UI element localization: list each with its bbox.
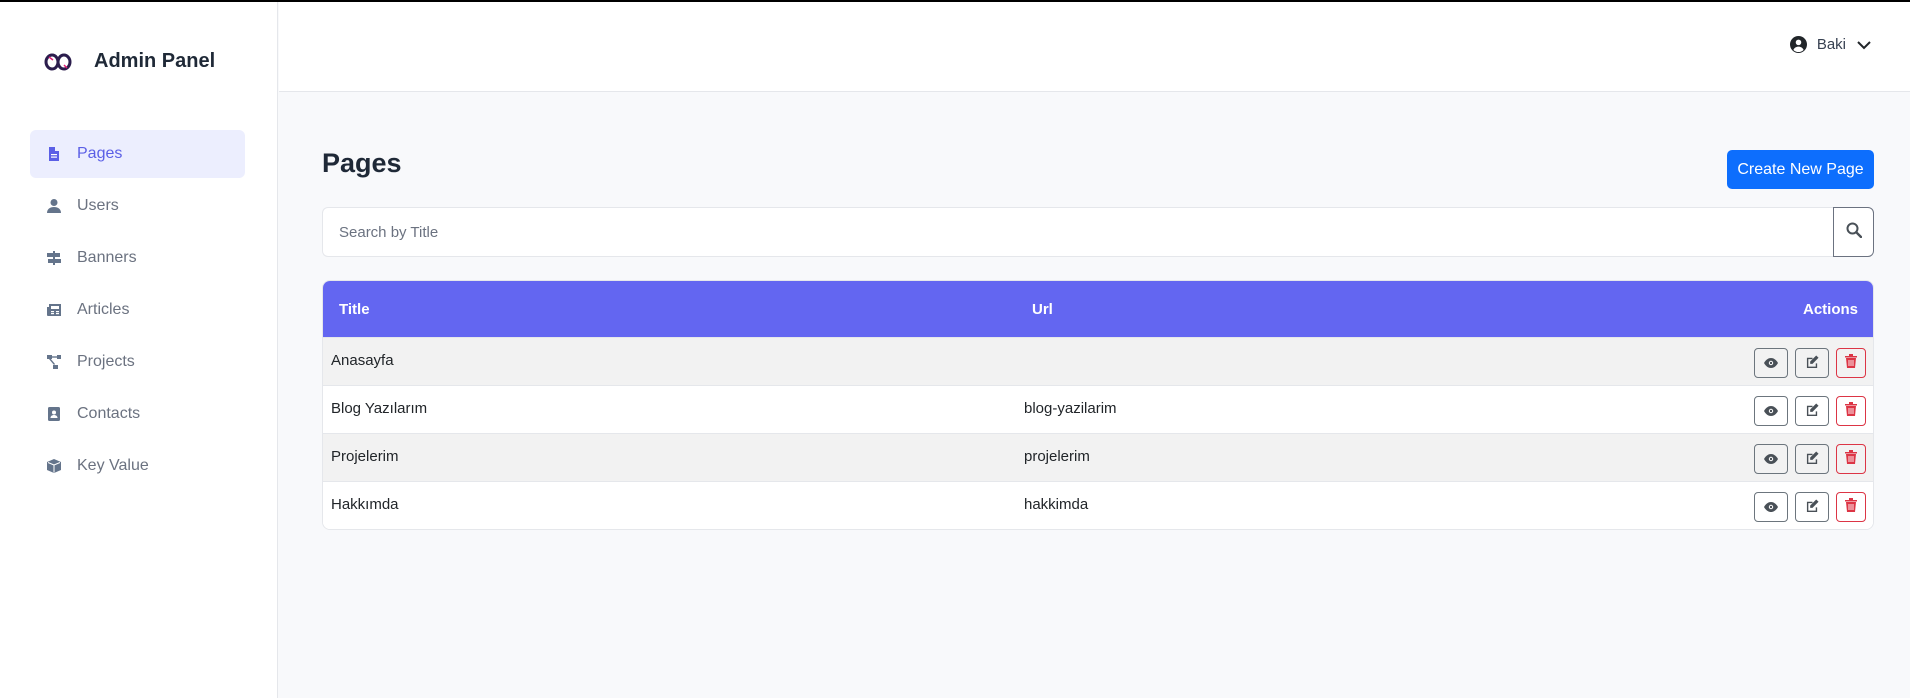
table-row: Hakkımda hakkimda <box>323 481 1873 529</box>
sidebar: Admin Panel Pages Users Banners Articles <box>0 2 278 698</box>
trash-icon <box>1845 354 1857 372</box>
page-title: Pages <box>322 148 402 178</box>
edit-button[interactable] <box>1795 492 1829 522</box>
cube-icon <box>45 457 63 475</box>
view-button[interactable] <box>1754 396 1788 426</box>
sidebar-item-label: Pages <box>77 145 123 162</box>
view-button[interactable] <box>1754 444 1788 474</box>
sidebar-item-label: Key Value <box>77 457 149 474</box>
table-row: Anasayfa <box>323 337 1873 385</box>
trash-icon <box>1845 498 1857 516</box>
delete-button[interactable] <box>1836 396 1866 426</box>
search-icon <box>1846 222 1862 243</box>
delete-button[interactable] <box>1836 444 1866 474</box>
edit-button[interactable] <box>1795 348 1829 378</box>
sidebar-item-users[interactable]: Users <box>30 182 245 230</box>
view-button[interactable] <box>1754 492 1788 522</box>
column-header-url: Url <box>1032 300 1053 318</box>
cell-url: projelerim <box>1024 448 1090 465</box>
user-name: Baki <box>1816 36 1846 53</box>
brand-title: Admin Panel <box>94 50 216 72</box>
sidebar-item-label: Banners <box>77 249 137 266</box>
delete-button[interactable] <box>1836 492 1866 522</box>
trash-icon <box>1845 402 1857 420</box>
column-header-title: Title <box>339 300 370 318</box>
cell-title: Blog Yazılarım <box>331 400 428 417</box>
eye-icon <box>1764 499 1778 516</box>
search-input[interactable] <box>322 207 1833 257</box>
top-bar: Baki <box>279 2 1910 92</box>
sidebar-item-contacts[interactable]: Contacts <box>30 390 245 438</box>
trash-icon <box>1845 450 1857 468</box>
eye-icon <box>1764 451 1778 468</box>
delete-button[interactable] <box>1836 348 1866 378</box>
eye-icon <box>1764 403 1778 420</box>
column-header-actions: Actions <box>1802 300 1858 318</box>
sidebar-item-label: Users <box>77 197 119 214</box>
user-circle-icon <box>1789 36 1807 53</box>
cell-title: Hakkımda <box>331 496 399 513</box>
row-actions <box>1754 492 1866 522</box>
search-bar <box>322 207 1874 257</box>
cell-url: blog-yazilarim <box>1024 400 1117 417</box>
search-button[interactable] <box>1833 207 1874 257</box>
sidebar-item-banners[interactable]: Banners <box>30 234 245 282</box>
sidebar-nav: Pages Users Banners Articles Projects Co… <box>30 130 245 494</box>
cell-title: Projelerim <box>331 448 399 465</box>
user-menu[interactable]: Baki <box>1789 36 1872 53</box>
create-new-page-button[interactable]: Create New Page <box>1727 150 1874 189</box>
chevron-down-icon <box>1856 39 1872 51</box>
table-row: Blog Yazılarım blog-yazilarim <box>323 385 1873 433</box>
table-row: Projelerim projelerim <box>323 433 1873 481</box>
pages-table: Title Url Actions Anasayfa Blog Yazıları… <box>322 280 1874 530</box>
table-header: Title Url Actions <box>323 281 1873 337</box>
sidebar-item-label: Contacts <box>77 405 141 422</box>
sidebar-item-label: Articles <box>77 301 130 318</box>
row-actions <box>1754 348 1866 378</box>
view-button[interactable] <box>1754 348 1788 378</box>
row-actions <box>1754 396 1866 426</box>
row-actions <box>1754 444 1866 474</box>
eye-icon <box>1764 355 1778 372</box>
user-icon <box>45 197 63 215</box>
edit-icon <box>1806 402 1819 420</box>
newspaper-icon <box>45 301 63 319</box>
sidebar-item-projects[interactable]: Projects <box>30 338 245 386</box>
signs-icon <box>45 249 63 267</box>
sidebar-item-articles[interactable]: Articles <box>30 286 245 334</box>
cell-url: hakkimda <box>1024 496 1089 513</box>
diagram-icon <box>45 353 63 371</box>
edit-button[interactable] <box>1795 444 1829 474</box>
address-book-icon <box>45 405 63 423</box>
sidebar-item-pages[interactable]: Pages <box>30 130 245 178</box>
infinity-logo-icon <box>44 51 72 73</box>
edit-icon <box>1806 450 1819 468</box>
edit-icon <box>1806 354 1819 372</box>
brand[interactable]: Admin Panel <box>44 50 215 73</box>
edit-icon <box>1806 498 1819 516</box>
cell-title: Anasayfa <box>331 352 394 369</box>
edit-button[interactable] <box>1795 396 1829 426</box>
sidebar-item-label: Projects <box>77 353 135 370</box>
sidebar-item-key-value[interactable]: Key Value <box>30 442 245 490</box>
file-icon <box>45 145 63 163</box>
